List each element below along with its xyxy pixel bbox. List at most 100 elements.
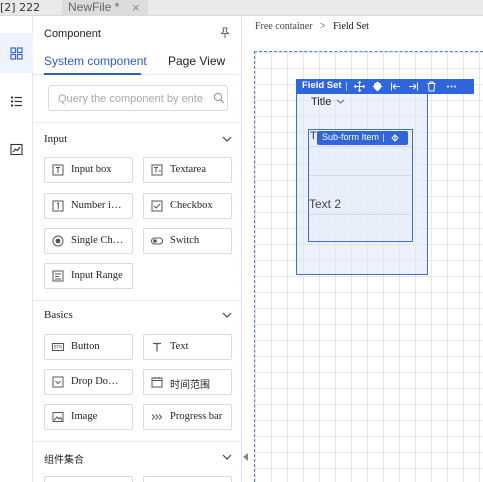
calendar-icon — [151, 377, 163, 388]
sub-form-row — [309, 146, 412, 176]
text-component-fragment[interactable]: T — [310, 130, 317, 142]
textarea-icon — [151, 164, 163, 176]
component-label: Drop Do… — [71, 376, 119, 387]
component-textarea[interactable]: Textarea — [143, 157, 232, 183]
move-icon[interactable] — [354, 81, 365, 92]
component-progress-bar[interactable]: Progress bar — [143, 404, 232, 430]
component-label: Textarea — [170, 164, 206, 175]
divider — [33, 441, 241, 442]
breadcrumb-item[interactable]: Free container — [255, 21, 312, 32]
tab-newfile[interactable]: NewFile * × — [62, 0, 148, 16]
component-tree-icon[interactable] — [372, 81, 383, 92]
component-number-input[interactable]: Number i… — [44, 193, 133, 219]
badge-separator — [383, 134, 384, 142]
component-panel: Component System component Page View Inp… — [33, 17, 242, 482]
component-dropdown[interactable]: Drop Do… — [44, 369, 133, 395]
component-image[interactable]: Image — [44, 404, 133, 430]
tab-system-component[interactable]: System component — [44, 54, 147, 68]
component-single-choice[interactable]: Single Ch… — [44, 228, 133, 254]
component-input-range[interactable]: Input Range — [44, 263, 133, 289]
chevron-down-icon[interactable] — [222, 453, 232, 461]
panel-title: Component — [44, 28, 101, 40]
chart-icon — [10, 143, 23, 155]
components-rail-button[interactable] — [0, 33, 33, 73]
outline-rail-button[interactable] — [0, 81, 33, 121]
tab-page-view[interactable]: Page View — [168, 54, 225, 68]
collapse-panel-handle[interactable] — [243, 453, 248, 461]
active-tab-indicator — [44, 73, 141, 75]
sub-form-label: Sub-form Item — [322, 132, 380, 142]
sub-form-row-divider — [309, 214, 412, 215]
component-search[interactable] — [48, 85, 228, 111]
component-label: Input Range — [71, 270, 123, 281]
breadcrumb-current: Field Set — [333, 21, 369, 32]
component-input-box[interactable]: Input box — [44, 157, 133, 183]
component-tree-icon[interactable] — [390, 133, 400, 143]
data-rail-button[interactable] — [0, 129, 33, 169]
panel-tabs: System component Page View — [33, 47, 241, 75]
radio-icon — [52, 235, 64, 247]
input-range-icon — [52, 270, 64, 282]
tab-222[interactable]: [2] 222 — [0, 0, 60, 16]
toolbar-component-name: Field Set — [302, 80, 342, 91]
fieldset-title[interactable]: Title — [311, 96, 345, 108]
left-rail — [0, 17, 33, 482]
image-icon — [52, 412, 64, 422]
component-time-range[interactable]: 时间范围 — [143, 369, 232, 395]
button-icon: BTN — [52, 343, 64, 351]
sub-form-item[interactable] — [308, 129, 413, 242]
chevron-down-icon[interactable] — [222, 135, 232, 143]
component-partial[interactable] — [44, 476, 133, 482]
fieldset-title-text: Title — [311, 96, 332, 108]
tab-label: NewFile * — [68, 0, 120, 14]
more-icon[interactable] — [446, 81, 457, 92]
list-tree-icon — [11, 96, 22, 106]
select-parent-icon[interactable] — [390, 81, 401, 92]
chevron-down-icon[interactable] — [222, 311, 232, 319]
component-label: Input box — [71, 164, 112, 175]
dropdown-icon — [52, 376, 64, 388]
component-label: 时间范围 — [170, 380, 210, 391]
section-basics-title: Basics — [44, 309, 73, 321]
text-icon — [153, 342, 161, 352]
component-label: Single Ch… — [71, 235, 124, 246]
delete-icon[interactable] — [426, 81, 437, 92]
switch-icon — [151, 237, 163, 245]
divider — [33, 300, 241, 301]
component-label: Progress bar — [170, 411, 223, 422]
component-switch[interactable]: Switch — [143, 228, 232, 254]
component-label: Button — [71, 341, 100, 352]
tab-bar: [2] 222 NewFile * × — [0, 0, 483, 16]
component-label: Switch — [170, 235, 200, 246]
grid-icon — [10, 46, 23, 60]
input-box-icon — [52, 164, 64, 176]
component-partial[interactable] — [143, 476, 232, 482]
text-component[interactable]: Text 2 — [309, 197, 341, 211]
close-icon[interactable]: × — [132, 0, 140, 15]
sub-form-badge: Sub-form Item — [317, 131, 408, 145]
divider — [33, 122, 241, 123]
number-input-icon — [52, 200, 64, 212]
tab-label: [2] 222 — [0, 1, 41, 14]
chevron-down-icon — [337, 99, 345, 104]
breadcrumb: Free container > Field Set — [243, 17, 483, 37]
search-input[interactable] — [58, 91, 208, 106]
pin-icon[interactable] — [219, 27, 231, 39]
component-label: Checkbox — [170, 200, 213, 211]
design-canvas: Free container > Field Set Field Set Tit… — [243, 17, 483, 482]
select-child-icon[interactable] — [408, 81, 419, 92]
component-label: Number i… — [71, 200, 122, 211]
component-button[interactable]: BTN Button — [44, 334, 133, 360]
fieldset-toolbar: Field Set — [296, 79, 474, 94]
progress-icon — [151, 414, 163, 420]
section-collection-title: 组件集合 — [44, 455, 84, 466]
component-label: Image — [71, 411, 98, 422]
breadcrumb-separator: > — [319, 21, 326, 32]
section-input-title: Input — [44, 133, 68, 145]
component-checkbox[interactable]: Checkbox — [143, 193, 232, 219]
svg-text:BTN: BTN — [54, 345, 62, 350]
component-label: Text — [170, 341, 189, 352]
search-icon[interactable] — [213, 92, 225, 104]
component-text[interactable]: Text — [143, 334, 232, 360]
checkbox-icon — [151, 200, 163, 212]
